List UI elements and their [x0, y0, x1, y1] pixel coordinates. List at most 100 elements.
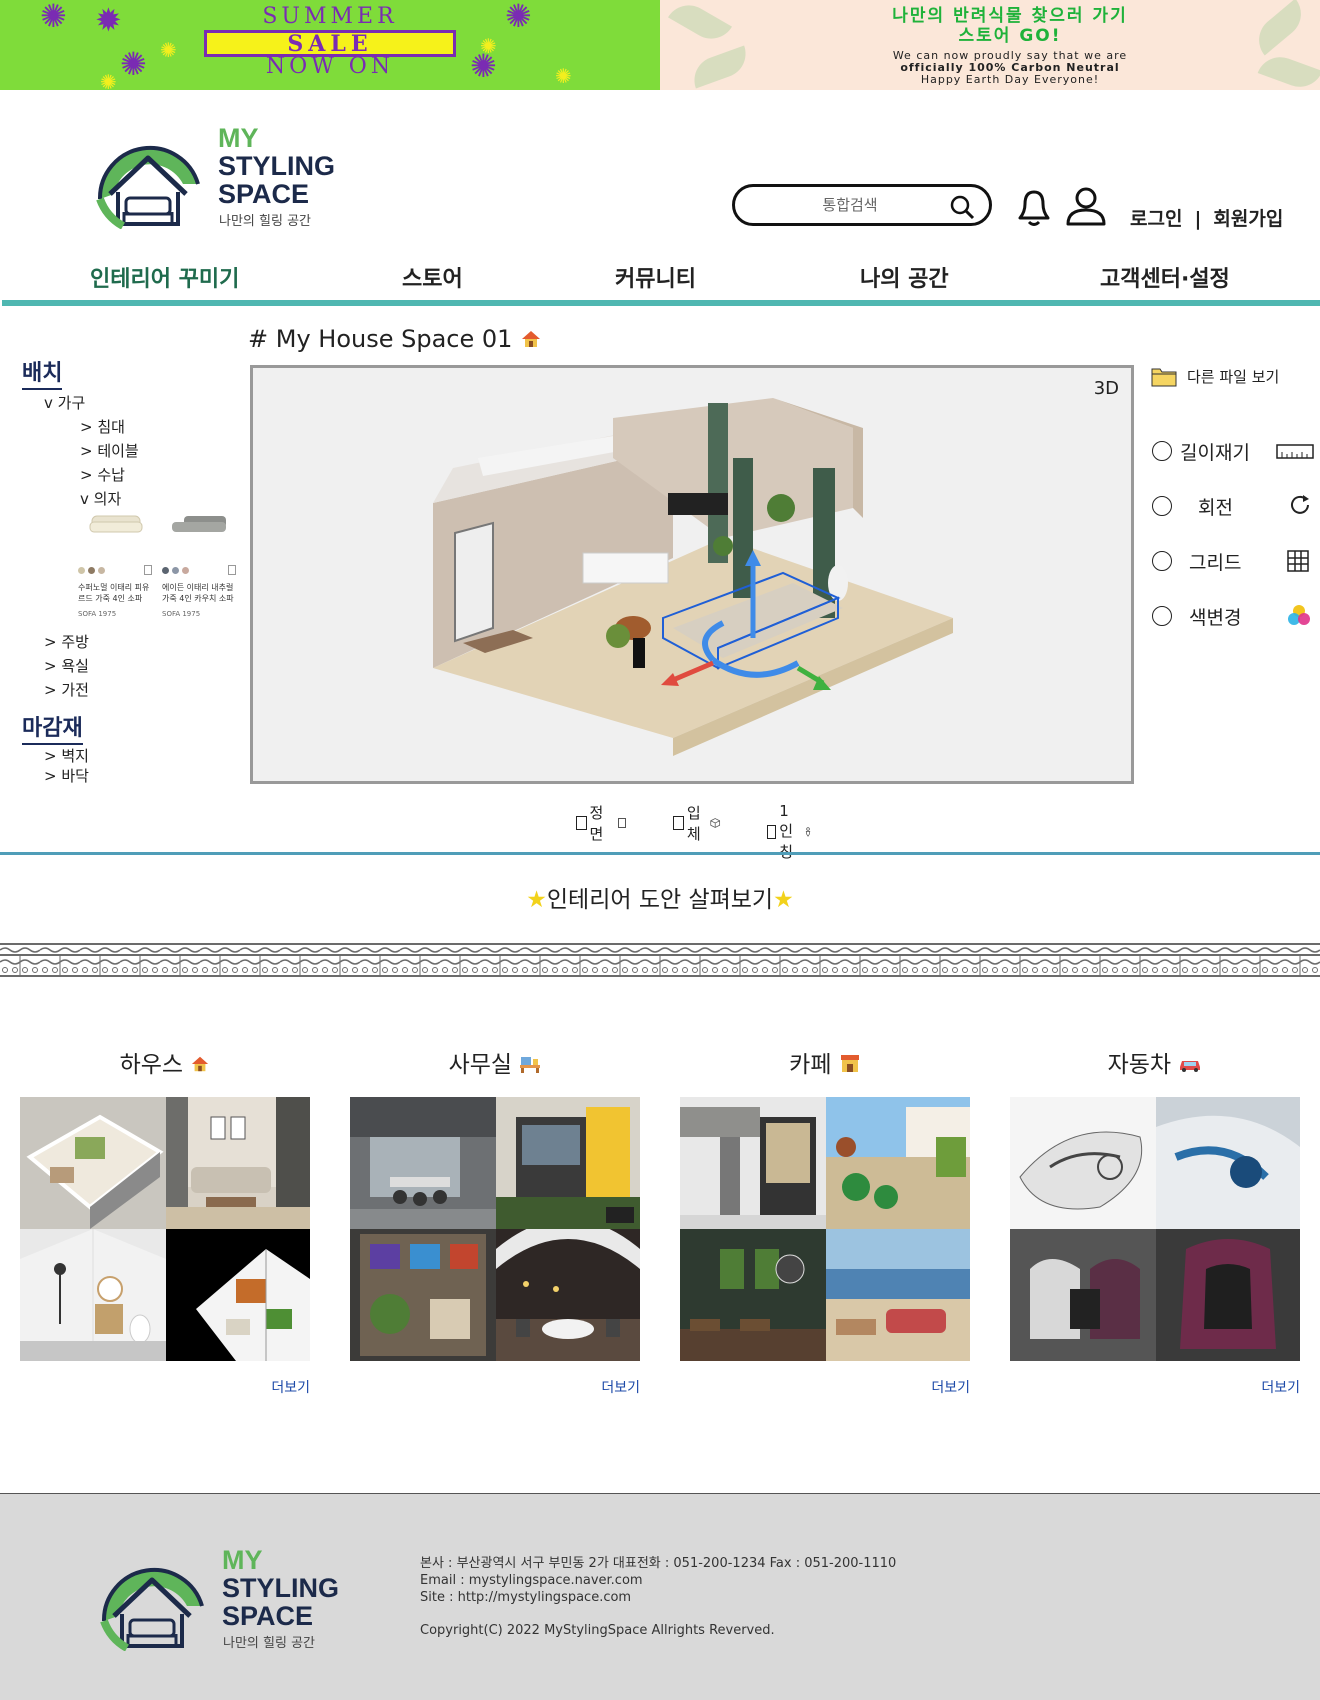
signup-link[interactable]: 회원가입 — [1213, 208, 1283, 230]
search-icon[interactable] — [949, 194, 975, 220]
tree-item-chair[interactable]: v 의자 — [80, 488, 121, 509]
category-image-grid[interactable] — [20, 1097, 310, 1361]
view-3d-checkbox[interactable]: 입체 — [673, 802, 721, 844]
tool-grid[interactable]: 그리드 — [1152, 548, 1318, 574]
summer-sale-banner[interactable]: ✺ ✹ ✺ ✺ ✺ ✺ ✺ ✺ ✺ SUMMER SALE NOW ON — [0, 0, 660, 90]
nav-interior[interactable]: 인테리어 꾸미기 — [90, 261, 239, 293]
login-link[interactable]: 로그인 — [1130, 208, 1182, 230]
logo-tagline: 나만의 힐링 공간 — [223, 1636, 315, 1651]
color-swatch[interactable] — [182, 567, 189, 574]
category-image-grid[interactable] — [680, 1097, 970, 1361]
firework-icon: ✺ — [40, 0, 67, 35]
house-plan-image[interactable] — [20, 1097, 166, 1229]
tree-heading-placement[interactable]: 배치 — [22, 355, 63, 390]
more-link[interactable]: 더보기 — [1261, 1377, 1300, 1397]
nav-my-space[interactable]: 나의 공간 — [860, 261, 949, 293]
living-room-image[interactable] — [166, 1097, 310, 1229]
bookmark-icon[interactable] — [144, 565, 152, 575]
more-link[interactable]: 더보기 — [931, 1377, 970, 1397]
auth-separator: | — [1194, 208, 1202, 230]
sofa-product-card[interactable]: 수퍼노멀 이태리 피유 르드 가죽 4인 소파 SOFA 1975 — [78, 510, 156, 650]
car-dashboard-image[interactable] — [1156, 1097, 1300, 1229]
checkbox-box[interactable] — [673, 816, 684, 830]
3d-viewport[interactable]: 3D — [250, 365, 1134, 784]
tool-rotate[interactable]: 회전 — [1152, 493, 1318, 519]
tree-item-furniture[interactable]: v 가구 — [44, 392, 85, 413]
firework-icon: ✺ — [480, 34, 497, 58]
tree-item-kitchen[interactable]: > 주방 — [44, 631, 89, 652]
color-swatch[interactable] — [98, 567, 105, 574]
tree-item-storage[interactable]: > 수납 — [80, 464, 125, 485]
cafe-interior-image[interactable] — [680, 1229, 826, 1361]
office-building-image[interactable] — [496, 1097, 640, 1229]
radio-button[interactable] — [1152, 441, 1172, 461]
section-divider — [0, 852, 1320, 855]
checkbox-box[interactable] — [767, 825, 777, 839]
tree-item-table[interactable]: > 테이블 — [80, 440, 139, 461]
office-desk-icon — [520, 1057, 541, 1073]
user-icon[interactable] — [1064, 184, 1108, 228]
tool-measure[interactable]: 길이재기 — [1152, 438, 1318, 464]
bookmark-icon[interactable] — [228, 565, 236, 575]
rotate-icon — [1291, 495, 1309, 514]
apartment-plan-image[interactable] — [166, 1229, 310, 1361]
car-sketch-image[interactable] — [1010, 1097, 1156, 1229]
firework-icon: ✺ — [100, 70, 117, 90]
nav-support[interactable]: 고객센터·설정 — [1100, 261, 1230, 293]
bathroom-image[interactable] — [20, 1229, 166, 1361]
category-title: 사무실 — [350, 1045, 640, 1079]
footer-site[interactable]: Site : http://mystylingspace.com — [420, 1589, 896, 1606]
color-swatch[interactable] — [78, 567, 85, 574]
view-front-checkbox[interactable]: 정면 — [576, 802, 626, 844]
cafe-seaside-image[interactable] — [826, 1229, 970, 1361]
tool-color[interactable]: 색변경 — [1152, 603, 1318, 629]
color-swatch[interactable] — [88, 567, 95, 574]
sofa-description: 수퍼노멀 이태리 피유 르드 가죽 4인 소파 — [78, 583, 150, 603]
view-mode-label: 3D — [1093, 378, 1119, 399]
office-lounge-image[interactable] — [496, 1229, 640, 1361]
office-meeting-image[interactable] — [350, 1097, 496, 1229]
tool-color-label: 색변경 — [1189, 607, 1242, 629]
car-icon — [1180, 1061, 1201, 1072]
cafe-terrace-image[interactable] — [826, 1097, 970, 1229]
car-seat-image[interactable] — [1156, 1229, 1300, 1361]
checkbox-box[interactable] — [576, 816, 587, 830]
radio-button[interactable] — [1152, 606, 1172, 626]
color-swatch[interactable] — [172, 567, 179, 574]
radio-button[interactable] — [1152, 496, 1172, 516]
tree-heading-finishing[interactable]: 마감재 — [22, 710, 83, 745]
more-link[interactable]: 더보기 — [601, 1377, 640, 1397]
footer-logo[interactable]: MY STYLING SPACE 나만의 힐링 공간 — [92, 1546, 362, 1656]
plant-store-banner[interactable]: 나만의 반려식물 찾으러 가기 스토어 GO! We can now proud… — [660, 0, 1320, 90]
firework-icon: ✺ — [160, 38, 177, 62]
cafe-exterior-image[interactable] — [680, 1097, 826, 1229]
tree-item-bed[interactable]: > 침대 — [80, 416, 125, 437]
tree-item-appliance[interactable]: > 가전 — [44, 679, 89, 700]
office-floorplan-image[interactable] — [350, 1229, 496, 1361]
tree-item-floor[interactable]: > 바닥 — [44, 765, 89, 786]
other-files-button[interactable]: 다른 파일 보기 — [1151, 365, 1279, 387]
sale-line-2: SALE — [204, 30, 456, 57]
color-swatch[interactable] — [162, 567, 169, 574]
shop-icon — [840, 1055, 859, 1072]
firework-icon: ✺ — [120, 45, 147, 83]
nav-store[interactable]: 스토어 — [402, 261, 463, 293]
category-image-grid[interactable] — [1010, 1097, 1300, 1361]
search-input[interactable] — [755, 193, 945, 217]
search-bar[interactable] — [732, 184, 992, 226]
car-interior-image[interactable] — [1010, 1229, 1156, 1361]
other-files-label: 다른 파일 보기 — [1187, 367, 1280, 386]
tree-item-bath[interactable]: > 욕실 — [44, 655, 89, 676]
site-logo[interactable]: MY STYLING SPACE 나만의 힐링 공간 — [88, 124, 348, 234]
footer-address: 본사 : 부산광역시 서구 부민동 2가 대표전화 : 051-200-1234… — [420, 1556, 897, 1571]
room-3d-render — [433, 398, 953, 756]
more-link[interactable]: 더보기 — [271, 1377, 310, 1397]
tree-item-wallpaper[interactable]: > 벽지 — [44, 745, 89, 766]
nav-community[interactable]: 커뮤니티 — [615, 261, 696, 293]
sofa-product-card[interactable]: 에이든 이태리 내추럴 가죽 4인 카우치 소파 SOFA 1975 — [162, 510, 240, 650]
radio-button[interactable] — [1152, 551, 1172, 571]
sale-line-3: NOW ON — [265, 54, 395, 79]
house-emoji-icon — [522, 331, 541, 347]
category-image-grid[interactable] — [350, 1097, 640, 1361]
bell-icon[interactable] — [1012, 184, 1056, 228]
